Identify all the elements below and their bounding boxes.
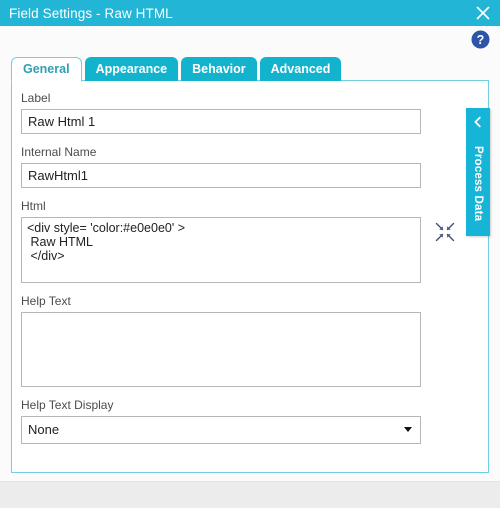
dialog-body: ? General Appearance Behavior Advanced L…	[0, 26, 500, 481]
help-icon[interactable]: ?	[471, 30, 490, 49]
chevron-left-icon	[472, 116, 484, 128]
label-field-group: Label	[21, 91, 421, 134]
collapse-arrows-icon[interactable]	[434, 221, 456, 243]
tab-strip: General Appearance Behavior Advanced	[11, 55, 344, 82]
tab-advanced[interactable]: Advanced	[259, 57, 342, 81]
tab-general[interactable]: General	[11, 57, 82, 82]
window-title: Field Settings - Raw HTML	[9, 5, 173, 21]
field-settings-dialog: Field Settings - Raw HTML ? General Appe…	[0, 0, 500, 508]
tab-panel-general: Label Internal Name Html <div style= 'co…	[11, 80, 489, 473]
process-data-side-tab[interactable]: Process Data	[466, 108, 490, 236]
tab-appearance[interactable]: Appearance	[84, 57, 179, 81]
internal-name-field-label: Internal Name	[21, 145, 97, 159]
html-textarea[interactable]: <div style= 'color:#e0e0e0' > Raw HTML <…	[21, 217, 421, 283]
html-field-group: Html <div style= 'color:#e0e0e0' > Raw H…	[21, 199, 455, 283]
general-settings-form: Label Internal Name Html <div style= 'co…	[21, 91, 455, 455]
html-field-label: Html	[21, 199, 46, 213]
process-data-label: Process Data	[472, 146, 484, 222]
title-bar: Field Settings - Raw HTML	[0, 0, 500, 26]
help-text-field-group: Help Text	[21, 294, 421, 387]
label-input[interactable]	[21, 109, 421, 134]
help-text-display-select-wrap: None	[21, 416, 421, 444]
help-text-display-field-group: Help Text Display None	[21, 398, 421, 444]
footer-bar	[0, 481, 500, 508]
help-text-field-label: Help Text	[21, 294, 71, 308]
internal-name-input[interactable]	[21, 163, 421, 188]
svg-text:?: ?	[477, 33, 485, 47]
close-icon[interactable]	[473, 3, 493, 23]
internal-name-field-group: Internal Name	[21, 145, 421, 188]
help-text-display-select[interactable]: None	[21, 416, 421, 444]
label-field-label: Label	[21, 91, 51, 105]
tab-behavior[interactable]: Behavior	[181, 57, 257, 81]
help-text-display-field-label: Help Text Display	[21, 398, 114, 412]
help-text-textarea[interactable]	[21, 312, 421, 387]
